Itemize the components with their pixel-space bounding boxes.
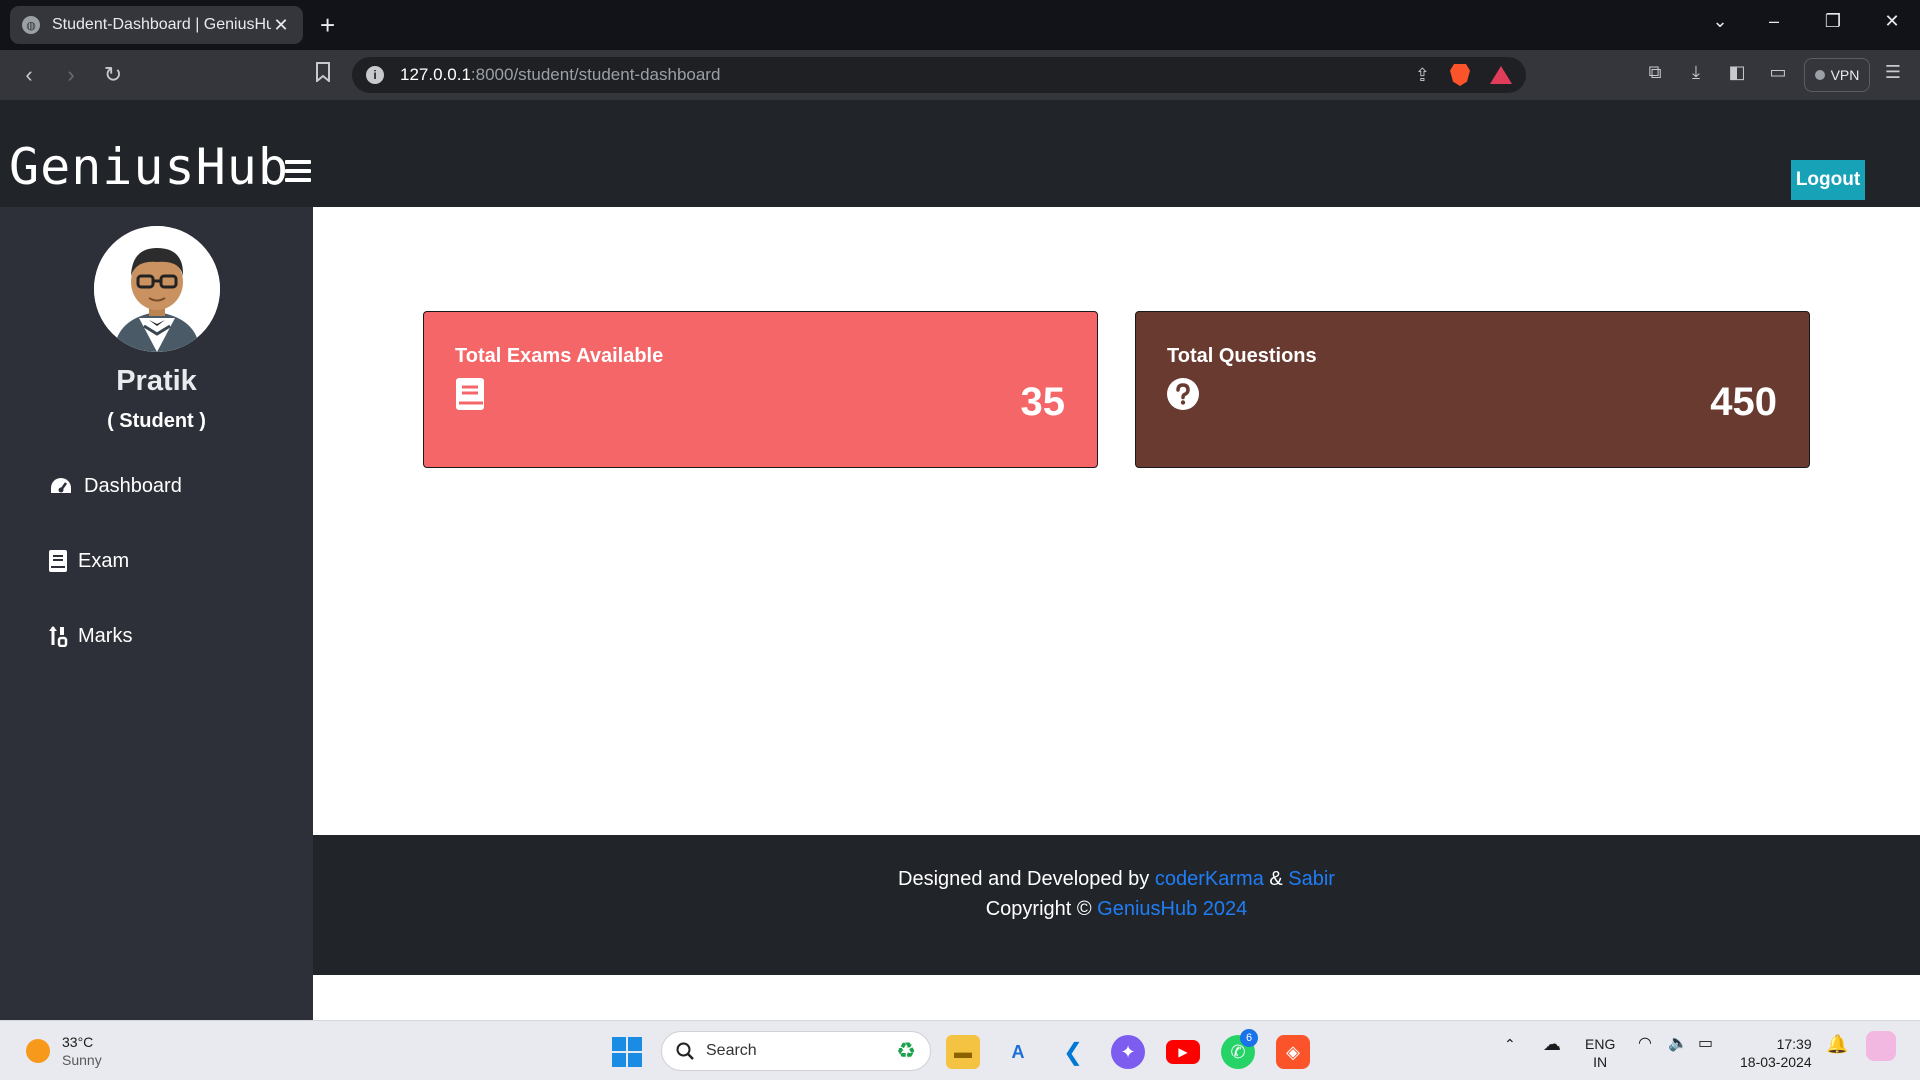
- footer: Designed and Developed by coderKarma & S…: [313, 835, 1920, 975]
- vpn-status-icon: [1814, 70, 1825, 80]
- sidebar-toggle-icon[interactable]: ◧: [1724, 62, 1750, 83]
- bookmark-icon[interactable]: [308, 60, 338, 90]
- close-window-icon[interactable]: ✕: [1872, 6, 1912, 36]
- brand-logo[interactable]: GeniusHub: [9, 138, 289, 196]
- extensions-icon[interactable]: ⧉: [1642, 62, 1668, 83]
- sort-numeric-icon: [48, 625, 68, 647]
- clock[interactable]: 17:39 18-03-2024: [1740, 1035, 1812, 1071]
- forward-icon[interactable]: ›: [56, 60, 86, 90]
- sidebar-item-label: Marks: [78, 624, 133, 647]
- brave-rewards-icon[interactable]: [1490, 66, 1512, 84]
- sidebar: Pratik ( Student ) Dashboard Exam Marks: [0, 207, 313, 1020]
- windows-start-icon[interactable]: [612, 1037, 642, 1067]
- card-value: 450: [1710, 380, 1777, 424]
- url-path: :8000/student/student-dashboard: [470, 65, 721, 84]
- copilot-preview-icon[interactable]: [1866, 1031, 1896, 1061]
- question-circle-icon: [1167, 378, 1199, 410]
- youtube-icon[interactable]: ▶: [1166, 1040, 1200, 1064]
- language-indicator[interactable]: ENG IN: [1585, 1035, 1615, 1071]
- vscode-icon[interactable]: ❮: [1056, 1035, 1090, 1069]
- browser-toolbar: ‹ › ↻ i 127.0.0.1 :8000/student/student-…: [0, 50, 1920, 100]
- taskbar-search-box[interactable]: Search ♻: [661, 1031, 931, 1071]
- volume-icon[interactable]: 🔈: [1668, 1035, 1688, 1053]
- card-value: 35: [1020, 380, 1066, 424]
- logout-button[interactable]: Logout: [1791, 160, 1865, 200]
- globe-icon: ◍: [22, 16, 40, 34]
- footer-copyright: Copyright © GeniusHub 2024: [313, 898, 1920, 921]
- user-name: Pratik: [116, 365, 197, 397]
- footer-credits: Designed and Developed by coderKarma & S…: [313, 868, 1920, 891]
- menu-icon[interactable]: ☰: [1880, 62, 1906, 83]
- wifi-icon[interactable]: ◠: [1638, 1035, 1652, 1053]
- copyright-prefix: Copyright ©: [985, 898, 1092, 920]
- user-role: ( Student ): [107, 410, 206, 432]
- browser-tab-bar: ◍ Student-Dashboard | GeniusHub ✕ + ⌄ – …: [0, 0, 1920, 50]
- site-info-icon[interactable]: i: [366, 66, 384, 84]
- sidebar-item-dashboard[interactable]: Dashboard: [48, 471, 182, 501]
- new-tab-button[interactable]: +: [320, 10, 335, 40]
- search-placeholder: Search: [706, 1042, 757, 1059]
- battery-icon[interactable]: ▭: [1698, 1035, 1713, 1053]
- copyright-link[interactable]: GeniusHub 2024: [1097, 898, 1247, 920]
- hamburger-menu-icon[interactable]: [285, 160, 311, 182]
- minimize-icon[interactable]: –: [1754, 6, 1794, 36]
- brave-icon[interactable]: ◈: [1276, 1035, 1310, 1069]
- total-exams-card: Total Exams Available 35: [423, 311, 1098, 468]
- copilot-icon[interactable]: ✦: [1111, 1035, 1145, 1069]
- tab-title: Student-Dashboard | GeniusHub: [52, 16, 271, 33]
- clock-date: 18-03-2024: [1740, 1054, 1812, 1070]
- footer-ampersand: &: [1269, 868, 1283, 890]
- brave-shields-icon[interactable]: [1450, 64, 1470, 86]
- app-header: GeniusHub Logout: [0, 100, 1920, 207]
- weather-temperature: 33°C: [62, 1034, 94, 1050]
- avatar: [94, 226, 220, 352]
- address-bar[interactable]: i 127.0.0.1 :8000/student/student-dashbo…: [352, 57, 1526, 93]
- url-host: 127.0.0.1: [400, 65, 471, 84]
- sidebar-item-label: Dashboard: [84, 474, 182, 497]
- card-label: Total Questions: [1167, 345, 1317, 367]
- total-questions-card: Total Questions 450: [1135, 311, 1810, 468]
- share-icon[interactable]: ⇪: [1415, 65, 1430, 86]
- weather-widget[interactable]: 33°C Sunny: [26, 1033, 102, 1069]
- author-link-coderkarma[interactable]: coderKarma: [1155, 868, 1264, 890]
- sidebar-item-marks[interactable]: Marks: [48, 621, 132, 651]
- vpn-label: VPN: [1830, 67, 1860, 83]
- vpn-button[interactable]: VPN: [1804, 58, 1870, 92]
- sidebar-item-exam[interactable]: Exam: [48, 546, 129, 576]
- card-label: Total Exams Available: [455, 345, 664, 367]
- onedrive-cloud-icon[interactable]: ☁: [1543, 1035, 1561, 1053]
- footer-credits-prefix: Designed and Developed by: [898, 868, 1150, 890]
- tab-close-icon[interactable]: ✕: [271, 15, 291, 36]
- region-code: IN: [1593, 1054, 1608, 1070]
- book-icon: [455, 378, 487, 410]
- clock-time: 17:39: [1776, 1036, 1812, 1052]
- search-icon: [676, 1042, 694, 1060]
- wallet-icon[interactable]: ▭: [1765, 62, 1791, 83]
- translator-icon[interactable]: A: [1001, 1035, 1035, 1069]
- reload-icon[interactable]: ↻: [98, 60, 128, 90]
- notification-bell-icon[interactable]: 🔔: [1826, 1035, 1848, 1053]
- weather-condition: Sunny: [62, 1052, 102, 1068]
- show-hidden-icons-chevron[interactable]: ⌃: [1504, 1035, 1516, 1053]
- language-code: ENG: [1585, 1036, 1616, 1052]
- file-explorer-icon[interactable]: ▬: [946, 1035, 980, 1069]
- tab-search-chevron-icon[interactable]: ⌄: [1700, 6, 1740, 36]
- book-icon: [48, 550, 68, 572]
- recycle-icon: ♻: [896, 1038, 916, 1063]
- windows-taskbar: 33°C Sunny Search ♻ ▬ A ❮ ✦ ▶ ✆ 6 ◈ ⌃ ☁ …: [0, 1020, 1920, 1080]
- sun-icon: [26, 1039, 50, 1063]
- tachometer-icon: [48, 476, 74, 496]
- restore-icon[interactable]: ❐: [1813, 6, 1853, 36]
- sidebar-item-label: Exam: [78, 549, 130, 572]
- author-link-sabir[interactable]: Sabir: [1288, 868, 1335, 890]
- back-icon[interactable]: ‹: [14, 60, 44, 90]
- browser-tab-active[interactable]: ◍ Student-Dashboard | GeniusHub ✕: [10, 6, 303, 44]
- download-icon[interactable]: ⤓: [1683, 62, 1709, 83]
- notification-badge: 6: [1240, 1029, 1258, 1047]
